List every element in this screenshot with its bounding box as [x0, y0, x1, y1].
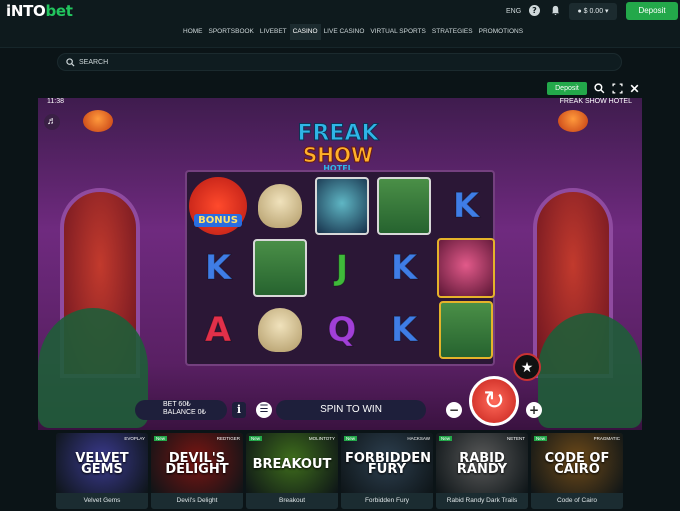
game-card[interactable]: EVOPLAY VELVET GEMS Velvet Gems: [56, 433, 148, 509]
skull-symbol: [251, 176, 309, 236]
nav-sportsbook[interactable]: SPORTSBOOK: [206, 24, 257, 40]
nav-promotions[interactable]: PROMOTIONS: [476, 24, 526, 40]
vampire-symbol: [437, 238, 495, 298]
left-lantern: [83, 110, 113, 132]
slot-reels: BONUS K K J K A Q K: [185, 170, 495, 366]
sound-icon[interactable]: ♬: [44, 114, 60, 130]
nav-home[interactable]: HOME: [180, 24, 206, 40]
game-name: Velvet Gems: [56, 493, 148, 509]
game-deposit-button[interactable]: Deposit: [547, 82, 587, 95]
thumbnail-title: DEVIL'S DELIGHT: [165, 451, 229, 477]
increase-bet-button[interactable]: +: [526, 402, 542, 418]
refresh-icon: ↻: [483, 385, 505, 415]
bet-value: BET 60₺: [163, 401, 191, 408]
skull-symbol: [251, 300, 309, 360]
bet-balance-panel: BET 60₺ BALANCE 0₺: [135, 400, 227, 420]
thumbnail-title: CODE OF CAIRO: [544, 451, 610, 477]
game-card[interactable]: New REDTIGER DEVIL'S DELIGHT Devil's Del…: [151, 433, 243, 509]
frankenstein-symbol: [251, 238, 309, 298]
search-input[interactable]: SEARCH: [57, 53, 622, 71]
search-icon[interactable]: [594, 83, 605, 94]
new-badge: New: [154, 436, 168, 441]
k-symbol: K: [390, 310, 418, 351]
bonus-symbol: BONUS: [189, 176, 247, 236]
provider-label: PRAGMATIC: [593, 436, 620, 441]
provider-label: HACKSAW: [407, 436, 430, 441]
game-canvas[interactable]: 11:38 FREAK SHOW HOTEL ♬ FREAK SHOW HOTE…: [38, 98, 642, 430]
right-lantern: [558, 110, 588, 132]
k-symbol: K: [452, 186, 480, 227]
info-button[interactable]: i: [232, 402, 246, 418]
thumbnail-title: VELVET GEMS: [75, 451, 129, 477]
top-bar: iNTObet ENG ? ● $ 0.00 ▾ Deposit HOME SP…: [0, 0, 680, 48]
frankenstein-symbol: [375, 176, 433, 236]
thumbnail-title: RABID RANDY: [456, 451, 508, 477]
nav-livebet[interactable]: LIVEBET: [257, 24, 290, 40]
new-badge: New: [249, 436, 263, 441]
game-toolbar: Deposit: [38, 80, 642, 98]
frankenstein-symbol: [437, 300, 495, 360]
help-icon[interactable]: ?: [529, 5, 540, 16]
game-name: Forbidden Fury: [341, 493, 433, 509]
nav-live-casino[interactable]: LIVE CASINO: [321, 24, 368, 40]
game-card[interactable]: New HACKSAW FORBIDDEN FURY Forbidden Fur…: [341, 433, 433, 509]
thumbnail-title: BREAKOUT: [252, 457, 332, 472]
bell-icon[interactable]: [550, 5, 561, 16]
game-name: Devil's Delight: [151, 493, 243, 509]
search-placeholder: SEARCH: [79, 59, 109, 66]
language-selector[interactable]: ENG: [506, 8, 521, 15]
game-title: FREAK SHOW HOTEL: [559, 98, 632, 105]
provider-label: REDTIGER: [216, 436, 240, 441]
main-nav: HOME SPORTSBOOK LIVEBET CASINO LIVE CASI…: [180, 24, 526, 40]
game-name: Rabid Randy Dark Trails: [436, 493, 528, 509]
new-badge: New: [439, 436, 453, 441]
game-thumbnails: EVOPLAY VELVET GEMS Velvet Gems New REDT…: [56, 433, 623, 509]
spin-message: SPIN TO WIN: [276, 400, 426, 420]
k-symbol: K: [390, 248, 418, 289]
site-logo[interactable]: iNTObet: [6, 2, 73, 20]
provider-label: NETENT: [507, 436, 525, 441]
game-name: Code of Cairo: [531, 493, 623, 509]
decrease-bet-button[interactable]: −: [446, 402, 462, 418]
chevron-down-icon: ▾: [605, 8, 609, 15]
new-badge: New: [344, 436, 358, 441]
a-symbol: A: [204, 310, 232, 351]
game-clock: 11:38: [47, 98, 64, 105]
thumbnail-title: FORBIDDEN FURY: [345, 451, 432, 477]
spin-button[interactable]: ↻: [469, 376, 519, 426]
game-logo: FREAK SHOW HOTEL: [297, 121, 379, 173]
new-badge: New: [534, 436, 548, 441]
right-plant: [538, 313, 642, 428]
q-symbol: Q: [327, 310, 357, 351]
ghost-girl-symbol: [313, 176, 371, 236]
nav-casino[interactable]: CASINO: [289, 24, 321, 40]
j-symbol: J: [335, 248, 349, 289]
game-name: Breakout: [246, 493, 338, 509]
star-icon[interactable]: ★: [513, 353, 541, 381]
balance-value: BALANCE 0₺: [163, 409, 206, 416]
nav-virtual-sports[interactable]: VIRTUAL SPORTS: [367, 24, 429, 40]
user-icon: ●: [577, 8, 582, 15]
close-icon[interactable]: [629, 83, 640, 94]
balance-value: $ 0.00: [583, 8, 604, 15]
left-plant: [38, 308, 148, 428]
menu-icon[interactable]: ☰: [256, 402, 272, 418]
provider-label: MOLINTOTY: [308, 436, 335, 441]
search-icon: [66, 58, 75, 67]
k-symbol: K: [204, 248, 232, 289]
game-card[interactable]: New MOLINTOTY BREAKOUT Breakout: [246, 433, 338, 509]
deposit-button[interactable]: Deposit: [626, 2, 678, 20]
provider-label: EVOPLAY: [124, 436, 145, 441]
balance-dropdown[interactable]: ● $ 0.00 ▾: [569, 3, 617, 20]
fullscreen-icon[interactable]: [612, 83, 623, 94]
game-card[interactable]: New NETENT RABID RANDY Rabid Randy Dark …: [436, 433, 528, 509]
game-card[interactable]: New PRAGMATIC CODE OF CAIRO Code of Cair…: [531, 433, 623, 509]
nav-strategies[interactable]: STRATEGIES: [429, 24, 476, 40]
